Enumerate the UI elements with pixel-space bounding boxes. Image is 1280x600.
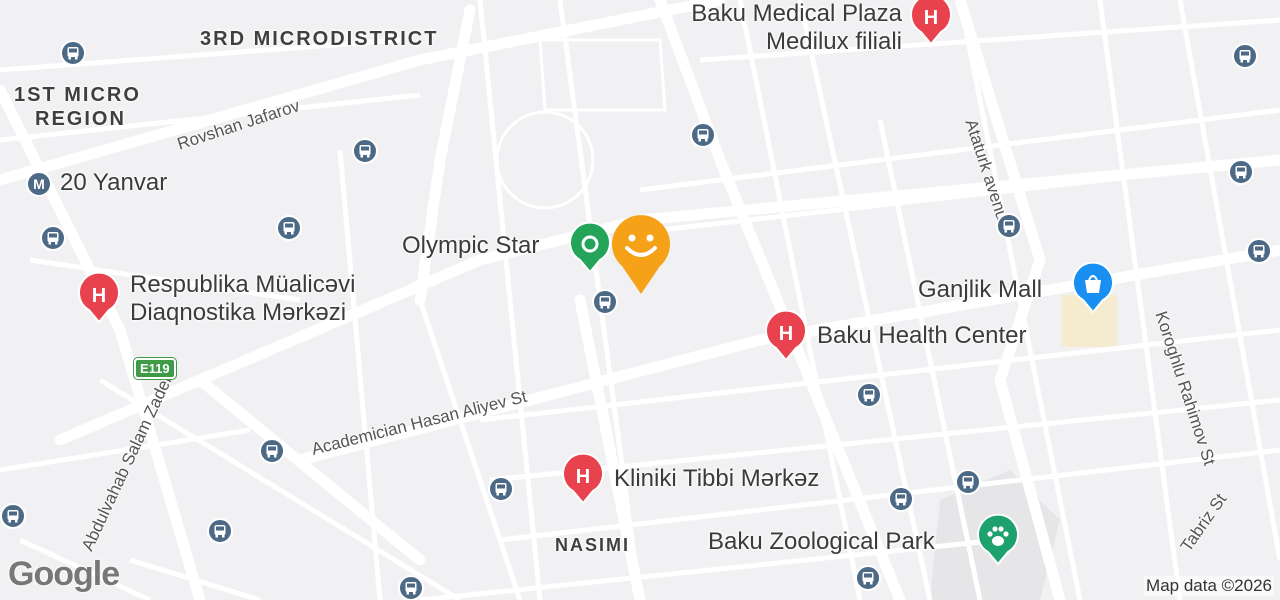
bus-stop-icon[interactable]: [0, 503, 26, 529]
bus-stop-icon[interactable]: [259, 438, 285, 464]
svg-text:H: H: [576, 466, 590, 488]
poi-label-kliniki-tibbi-merkez[interactable]: Kliniki Tibbi Mərkəz: [614, 465, 819, 493]
hospital-pin-icon[interactable]: H: [77, 272, 121, 324]
bus-stop-icon[interactable]: [888, 486, 914, 512]
district-label-region: REGION: [35, 108, 126, 130]
bus-stop-icon[interactable]: [488, 476, 514, 502]
poi-label-line: Respublika Müalicəvi: [130, 271, 356, 298]
poi-label-line: Baku Medical Plaza: [691, 0, 902, 27]
poi-label-line: Medilux filiali: [765, 28, 902, 55]
bus-stop-icon[interactable]: [1232, 43, 1258, 69]
poi-label-olympic-star[interactable]: Olympic Star: [402, 232, 539, 260]
svg-text:M: M: [33, 176, 45, 192]
bus-stop-icon[interactable]: [856, 382, 882, 408]
bus-stop-icon[interactable]: [40, 225, 66, 251]
metro-icon[interactable]: M: [26, 171, 52, 197]
district-label-1st-micro: 1ST MICRO: [14, 84, 141, 106]
poi-label-respublika[interactable]: Respublika Müalicəvi Diaqnostika Mərkəzi: [130, 271, 355, 327]
bus-stop-icon[interactable]: [207, 518, 233, 544]
bus-stop-icon[interactable]: [1228, 159, 1254, 185]
google-logo: Google: [8, 555, 120, 593]
poi-label-baku-medical-plaza[interactable]: Baku Medical Plaza Medilux filiali: [658, 0, 902, 56]
poi-label-baku-health-center[interactable]: Baku Health Center: [817, 322, 1026, 350]
svg-text:H: H: [92, 285, 106, 307]
map-canvas[interactable]: 3RD MICRODISTRICT 1ST MICRO REGION NASIM…: [0, 0, 1280, 600]
stadium-pin-icon[interactable]: [568, 222, 612, 274]
hospital-pin-icon[interactable]: H: [561, 453, 605, 505]
bus-stop-icon[interactable]: [592, 289, 618, 315]
poi-label-ganjlik-mall[interactable]: Ganjlik Mall: [918, 276, 1042, 304]
shopping-bag-pin-icon[interactable]: [1071, 262, 1115, 314]
bus-stop-icon[interactable]: [60, 40, 86, 66]
hospital-pin-icon[interactable]: H: [764, 310, 808, 362]
smiley-location-marker-icon[interactable]: [610, 214, 672, 296]
district-label-nasimi: NASIMI: [555, 535, 630, 555]
poi-label-line: Diaqnostika Mərkəzi: [130, 299, 347, 326]
bus-stop-icon[interactable]: [690, 122, 716, 148]
district-label-3rd-microdistrict: 3RD MICRODISTRICT: [200, 28, 439, 50]
bus-stop-icon[interactable]: [276, 215, 302, 241]
bus-stop-icon[interactable]: [398, 575, 424, 600]
svg-text:H: H: [779, 323, 793, 345]
bus-stop-icon[interactable]: [996, 213, 1022, 239]
map-attribution[interactable]: Map data ©2026: [1144, 576, 1274, 596]
hospital-pin-icon[interactable]: H: [909, 0, 953, 46]
poi-label-20-yanvar[interactable]: 20 Yanvar: [60, 169, 167, 197]
bus-stop-icon[interactable]: [855, 565, 881, 591]
paw-pin-icon[interactable]: [976, 514, 1020, 566]
bus-stop-icon[interactable]: [955, 469, 981, 495]
poi-label-baku-zoological-park[interactable]: Baku Zoological Park: [708, 528, 935, 556]
svg-text:H: H: [924, 7, 938, 29]
bus-stop-icon[interactable]: [1246, 238, 1272, 264]
bus-stop-icon[interactable]: [352, 138, 378, 164]
road-shield-e119: E119: [134, 358, 176, 379]
